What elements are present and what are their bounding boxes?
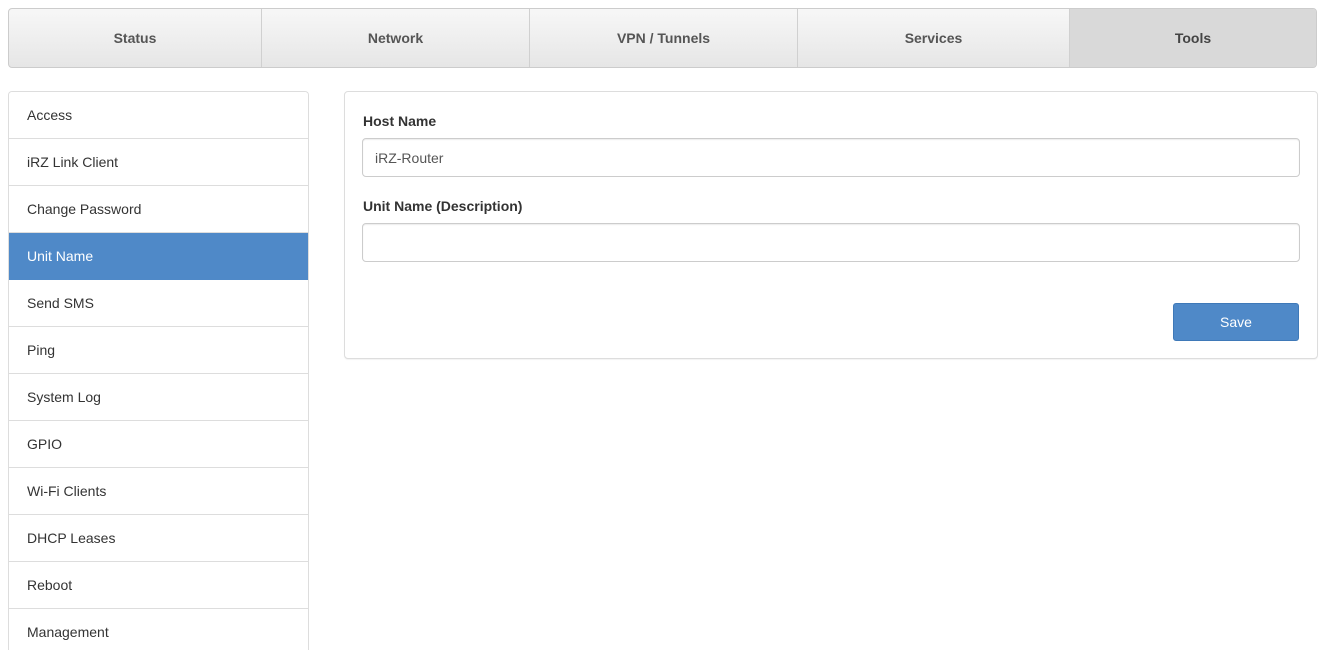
sidebar-menu: Access iRZ Link Client Change Password U…	[8, 91, 309, 650]
sidebar-item-change-password[interactable]: Change Password	[9, 186, 308, 233]
tab-vpn-tunnels[interactable]: VPN / Tunnels	[530, 9, 798, 67]
unit-name-input[interactable]	[362, 223, 1300, 262]
host-name-label: Host Name	[363, 113, 437, 129]
host-name-input[interactable]	[362, 138, 1300, 177]
tab-status[interactable]: Status	[9, 9, 262, 67]
sidebar-item-management[interactable]: Management	[9, 609, 308, 650]
tab-tools[interactable]: Tools	[1070, 9, 1316, 67]
tab-network[interactable]: Network	[262, 9, 530, 67]
sidebar-item-gpio[interactable]: GPIO	[9, 421, 308, 468]
sidebar-item-unit-name[interactable]: Unit Name	[9, 233, 308, 280]
tab-services[interactable]: Services	[798, 9, 1070, 67]
top-navigation: Status Network VPN / Tunnels Services To…	[8, 8, 1317, 68]
sidebar-item-dhcp-leases[interactable]: DHCP Leases	[9, 515, 308, 562]
unit-name-form-panel: Host Name Unit Name (Description) Save	[344, 91, 1318, 359]
sidebar-item-irz-link-client[interactable]: iRZ Link Client	[9, 139, 308, 186]
sidebar-item-access[interactable]: Access	[9, 92, 308, 139]
sidebar-item-reboot[interactable]: Reboot	[9, 562, 308, 609]
sidebar-item-wifi-clients[interactable]: Wi-Fi Clients	[9, 468, 308, 515]
sidebar-item-ping[interactable]: Ping	[9, 327, 308, 374]
sidebar-item-system-log[interactable]: System Log	[9, 374, 308, 421]
sidebar-item-send-sms[interactable]: Send SMS	[9, 280, 308, 327]
save-button[interactable]: Save	[1173, 303, 1299, 341]
unit-name-label: Unit Name (Description)	[363, 198, 523, 214]
